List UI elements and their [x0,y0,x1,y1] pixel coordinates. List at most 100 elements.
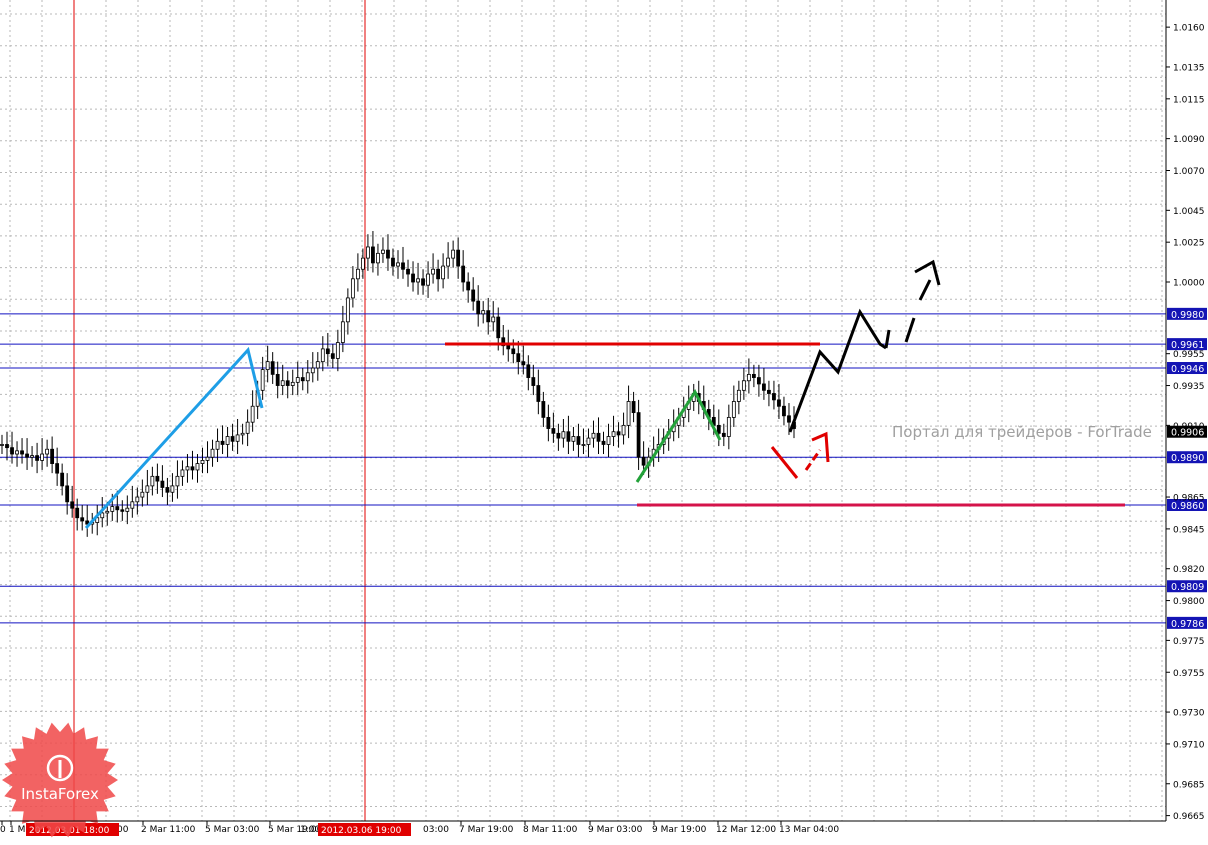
x-tick-label: 13 Mar 04:00 [779,825,839,835]
candle-body [195,463,200,471]
candle-body [391,257,395,267]
candle-body [220,440,225,445]
y-tick-label: 1.0115 [1173,95,1205,105]
candle-body [751,373,756,378]
candle-body [145,485,150,493]
candle-body [416,278,420,283]
y-tick-label: 0.9935 [1173,382,1205,392]
y-tick-label: 0.9820 [1173,565,1205,575]
trend-drawings [84,259,1125,530]
candle-body [210,448,215,458]
candle-body [426,273,430,286]
candle-body [125,507,130,512]
candle-body [471,289,476,302]
y-tick-label: 0.9665 [1173,812,1205,822]
candle-body [260,369,265,391]
x-tick-label: 8 Mar 11:00 [523,825,578,835]
candle-body [376,252,380,264]
candle-body [611,431,616,437]
x-tick-label: 2 Mar 11:00 [141,825,196,835]
y-tick-label: 1.0025 [1173,239,1205,249]
candle-body [516,353,521,363]
candle-body [55,463,60,474]
candle-body [205,456,210,461]
candle-body [531,377,536,386]
level-label: 0.9946 [1171,364,1204,375]
level-label: 0.9786 [1171,619,1204,630]
y-tick-label: 1.0090 [1173,135,1205,145]
candle-body [240,432,245,436]
forecast-dash-2 [918,279,932,301]
candle-body [230,436,235,442]
candle-body [606,436,611,445]
candle-body [245,421,250,434]
y-tick-label: 1.0070 [1173,167,1205,177]
candle-body [486,310,491,323]
current-price-label: 0.9906 [1171,428,1204,439]
price-chart: 0.9980 0.9961 0.9946 0.9890 0.9860 0.9809 0.97… [0,0,1208,841]
candle-body [641,456,646,466]
candle-body [361,257,365,270]
watermark-text: Портал для трейдеров - ForTrade [892,423,1152,441]
y-tick-label: 0.9955 [1173,350,1205,360]
x-tick-label: 7 Mar 19:00 [459,825,514,835]
candle-body [401,262,405,270]
candle-body [371,246,375,264]
candle-body [350,278,355,299]
candle-body [521,361,526,366]
y-tick-label: 0.9775 [1173,637,1205,647]
candle-body [551,428,556,434]
candle-body [335,342,340,359]
chart-canvas: 0.99800.99610.99460.98900.98600.98090.97… [0,0,1207,838]
instaforex-logo: InstaForex [2,722,118,838]
candle-body [290,381,295,386]
forecast-path-black [788,308,887,433]
candle-body [456,249,461,267]
candle-body [556,432,561,439]
candle-body [340,321,345,343]
x-tick-label: 5 Mar 03:00 [205,825,260,835]
candle-body [45,448,50,455]
candle-body [762,383,766,391]
candle-body [275,373,280,386]
candle-body [491,316,496,323]
candle-body [280,380,285,386]
price-axis: 0.99800.99610.99460.98900.98600.98090.97… [1166,24,1207,822]
candle-body [110,506,115,512]
candle-body [406,268,410,275]
candle-body [726,416,731,437]
candle-body [581,444,586,446]
candle-body [80,517,85,522]
candle-body [315,361,320,369]
forecast-dash-1 [904,317,916,343]
x-tick-label: 1 M [9,825,25,835]
y-tick-label: 1.0000 [1173,279,1205,289]
y-tick-label: 0.9800 [1173,597,1205,607]
candle-body [446,257,451,267]
y-tick-label: 0.9845 [1173,525,1205,535]
candle-body [631,401,636,414]
candle-body [25,453,29,458]
candle-body [115,506,120,511]
level-label: 0.9890 [1171,453,1204,464]
candle-body [10,447,14,455]
candle-body [756,377,761,385]
candle-body [736,389,741,402]
candle-body [15,450,19,455]
candle-body [135,496,140,503]
candle-body [787,415,791,423]
candle-body [265,361,270,371]
candle-body [235,434,240,442]
candle-body [40,453,45,461]
candle-body [155,475,160,482]
candle-body [591,432,596,439]
candle-body [366,246,370,259]
candle-body [411,273,415,283]
candle-body [185,466,190,471]
candle-body [621,424,626,436]
alt-path-red-1 [770,446,799,479]
candle-body [396,262,400,267]
candle-body [35,455,39,461]
candle-body [325,348,330,355]
candle-body [200,459,205,464]
